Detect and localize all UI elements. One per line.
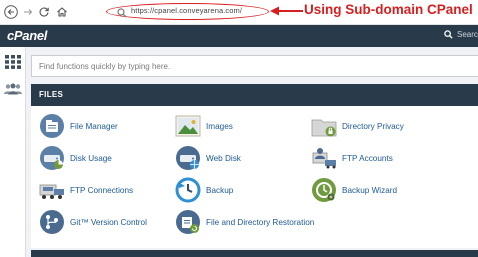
directory-privacy-label: Directory Privacy (342, 121, 404, 131)
quick-search-input[interactable] (32, 56, 478, 77)
next-section-header[interactable] (31, 250, 478, 257)
quick-search (31, 55, 478, 77)
web-disk-icon (176, 146, 200, 170)
git-version-control-link[interactable]: Git™ Version Control (39, 209, 147, 235)
reload-icon[interactable] (37, 4, 51, 20)
file-manager-label: File Manager (70, 121, 118, 131)
disk-usage-link[interactable]: Disk Usage (39, 145, 112, 171)
grid-icon[interactable] (5, 55, 21, 74)
sidebar (0, 47, 26, 257)
images-label: Images (206, 121, 233, 131)
files-section-body: File Manager Images Directory Privacy Di… (31, 106, 478, 248)
forward-icon[interactable] (21, 4, 35, 20)
ftp-accounts-icon (312, 148, 336, 169)
backup-wizard-label: Backup Wizard (342, 185, 398, 195)
file-restoration-link[interactable]: File and Directory Restoration (175, 209, 314, 235)
backup-link[interactable]: Backup (175, 177, 233, 203)
header-search-label: Search (457, 30, 478, 39)
annotation-label: Using Sub-domain CPanel (304, 2, 473, 17)
file-restoration-icon (176, 210, 200, 234)
browser-toolbar: https://cpanel.conveyarena.com/ Using Su… (0, 0, 478, 25)
backup-icon (175, 177, 201, 203)
header-search-icon (444, 30, 453, 39)
backup-wizard-icon (312, 178, 336, 202)
annotation-arrow-icon (270, 6, 303, 16)
git-version-control-label: Git™ Version Control (70, 217, 147, 227)
git-icon (40, 210, 64, 234)
web-disk-label: Web Disk (206, 153, 241, 163)
cpanel-logo[interactable]: cPanel (7, 28, 47, 43)
disk-usage-label: Disk Usage (70, 153, 112, 163)
files-section-header[interactable]: FILES (31, 84, 478, 106)
search-icon (116, 5, 128, 21)
images-link[interactable]: Images (175, 113, 233, 139)
backup-wizard-link[interactable]: Backup Wizard (311, 177, 397, 203)
address-bar-url[interactable]: https://cpanel.conveyarena.com/ (131, 6, 242, 15)
users-icon[interactable] (3, 82, 23, 100)
ftp-accounts-link[interactable]: FTP Accounts (311, 145, 393, 171)
web-disk-link[interactable]: Web Disk (175, 145, 241, 171)
images-icon (175, 115, 201, 137)
back-icon[interactable] (3, 4, 19, 20)
file-restoration-label: File and Directory Restoration (206, 217, 315, 227)
home-icon[interactable] (55, 4, 69, 20)
ftp-connections-link[interactable]: FTP Connections (39, 177, 133, 203)
cpanel-header: cPanel Search (0, 25, 478, 47)
directory-privacy-icon (311, 119, 337, 137)
directory-privacy-link[interactable]: Directory Privacy (311, 113, 404, 139)
file-manager-link[interactable]: File Manager (39, 113, 118, 139)
ftp-accounts-label: FTP Accounts (342, 153, 393, 163)
ftp-connections-label: FTP Connections (70, 185, 134, 195)
header-search[interactable]: Search (444, 30, 478, 39)
file-manager-icon (40, 114, 64, 138)
disk-usage-icon (40, 146, 64, 170)
backup-label: Backup (206, 185, 234, 195)
ftp-connections-icon (39, 184, 64, 199)
files-section-title: FILES (39, 90, 64, 99)
